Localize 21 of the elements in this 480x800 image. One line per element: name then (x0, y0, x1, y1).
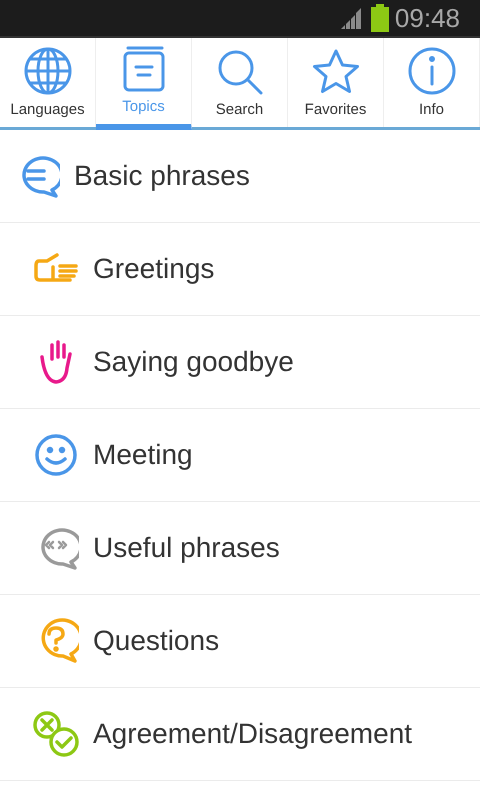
tab[interactable]: Search (192, 38, 288, 127)
section-title: Basic phrases (74, 159, 250, 193)
star-icon (310, 48, 360, 96)
topic-item[interactable]: Questions (0, 595, 480, 688)
clock: 09:48 (394, 5, 460, 31)
search-icon (216, 48, 264, 96)
topic-item[interactable]: Saying goodbye (0, 316, 480, 409)
tab[interactable]: Languages (0, 38, 96, 127)
notebook-icon (122, 45, 166, 93)
cross-and-check-icon (32, 710, 80, 758)
globe-icon (22, 46, 72, 96)
topic-item[interactable]: Greetings (0, 223, 480, 316)
tab[interactable]: Favorites (288, 38, 384, 127)
topic-item[interactable]: Meeting (0, 409, 480, 502)
info-icon (406, 46, 456, 96)
tab[interactable]: Info (384, 38, 480, 127)
topic-item[interactable]: Agreement/Disagreement (0, 688, 480, 781)
raised-hand-icon (38, 339, 74, 385)
topic-item[interactable]: Useful phrases (0, 502, 480, 595)
smiley-icon (34, 433, 78, 477)
battery-icon (370, 4, 389, 32)
